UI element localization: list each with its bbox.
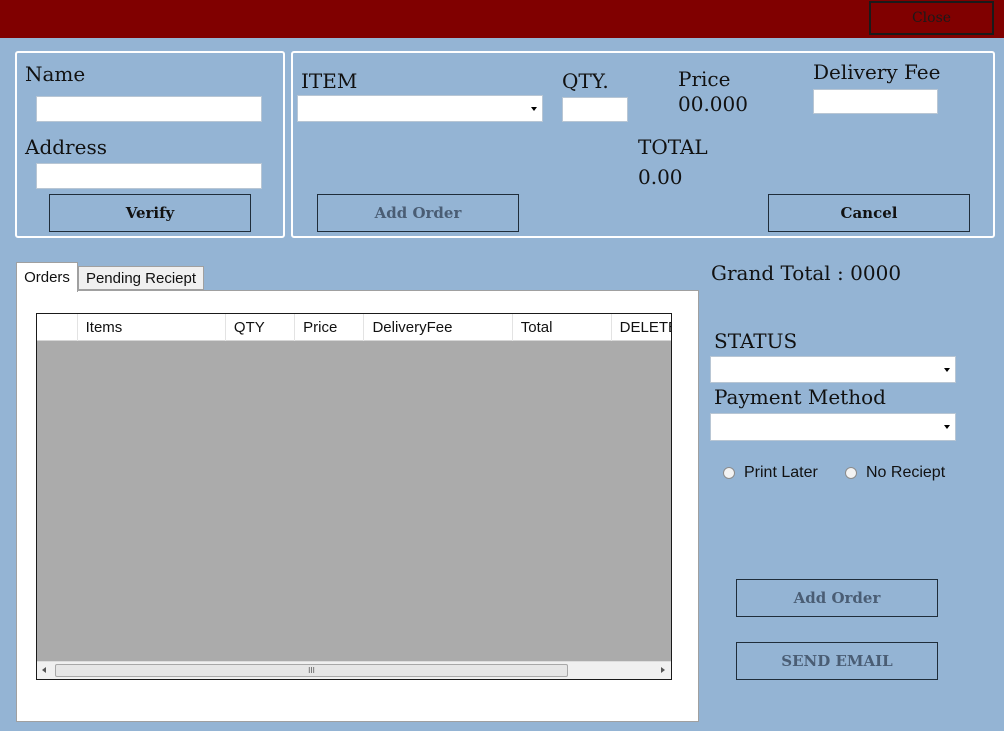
address-input[interactable] — [36, 163, 262, 189]
payment-method-combobox[interactable] — [710, 413, 956, 441]
grid-header: Items QTY Price DeliveryFee Total DELETE — [37, 314, 671, 341]
radio-circle-icon[interactable] — [723, 467, 735, 479]
radio-circle-icon[interactable] — [845, 467, 857, 479]
scroll-left-icon[interactable] — [42, 667, 46, 673]
column-header-qty[interactable]: QTY — [226, 314, 296, 341]
scrollbar-thumb[interactable]: III — [55, 664, 568, 677]
delivery-fee-label: Delivery Fee — [813, 60, 941, 84]
payment-method-label: Payment Method — [714, 385, 886, 409]
chevron-down-icon — [944, 367, 950, 372]
total-label: TOTAL — [638, 135, 708, 159]
column-header-price[interactable]: Price — [295, 314, 365, 341]
price-label: Price — [678, 67, 731, 91]
name-input[interactable] — [36, 96, 262, 122]
grand-total-label: Grand Total : 0000 — [711, 261, 902, 285]
total-value: 0.00 — [638, 165, 683, 189]
column-header-delete[interactable]: DELETE — [612, 314, 671, 341]
verify-button[interactable]: Verify — [49, 194, 251, 232]
title-bar: Close — [0, 0, 1004, 38]
address-label: Address — [25, 135, 107, 159]
delivery-fee-input[interactable] — [813, 89, 938, 114]
tab-pending-receipt[interactable]: Pending Reciept — [78, 266, 204, 290]
tab-orders[interactable]: Orders — [16, 262, 78, 292]
horizontal-scrollbar[interactable]: III — [37, 661, 671, 679]
name-label: Name — [25, 62, 86, 86]
close-button[interactable]: Close — [869, 1, 994, 35]
price-value: 00.000 — [678, 92, 748, 116]
column-header-total[interactable]: Total — [513, 314, 612, 341]
column-header-delivery-fee[interactable]: DeliveryFee — [364, 314, 513, 341]
orders-grid[interactable]: Items QTY Price DeliveryFee Total DELETE… — [36, 313, 672, 680]
status-combobox[interactable] — [710, 356, 956, 383]
no-receipt-label: No Reciept — [866, 464, 946, 481]
print-later-radio[interactable]: Print Later — [723, 464, 818, 482]
grid-row-header-cell — [37, 314, 78, 341]
add-order-button[interactable]: Add Order — [317, 194, 519, 232]
chevron-down-icon — [944, 425, 950, 429]
qty-label: QTY. — [562, 69, 609, 93]
scroll-right-icon[interactable] — [661, 667, 665, 673]
item-label: ITEM — [301, 69, 358, 93]
cancel-button[interactable]: Cancel — [768, 194, 970, 232]
qty-input[interactable] — [562, 97, 628, 122]
no-receipt-radio[interactable]: No Reciept — [845, 464, 945, 482]
print-later-label: Print Later — [744, 464, 818, 481]
item-combobox[interactable] — [297, 95, 543, 122]
add-order-button-secondary[interactable]: Add Order — [736, 579, 938, 617]
status-label: STATUS — [714, 329, 798, 353]
column-header-items[interactable]: Items — [78, 314, 226, 341]
send-email-button[interactable]: SEND EMAIL — [736, 642, 938, 680]
chevron-down-icon — [531, 106, 537, 111]
